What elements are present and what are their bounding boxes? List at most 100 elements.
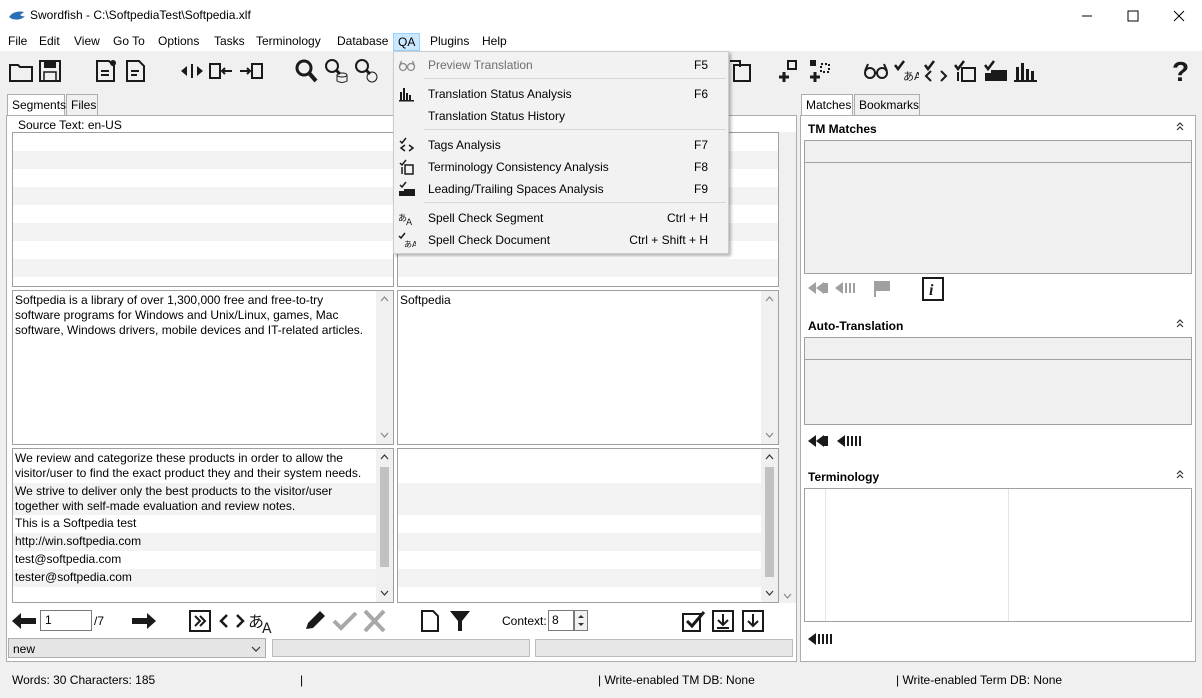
terminology-toolbar	[806, 630, 846, 648]
accept-all-button[interactable]	[680, 609, 706, 633]
tab-bookmarks[interactable]: Bookmarks	[854, 94, 920, 116]
confirm-segment-button[interactable]	[332, 609, 358, 633]
previous-translation-icon[interactable]	[835, 432, 863, 450]
current-target-editor[interactable]: Softpedia	[397, 290, 779, 445]
edit-document-button[interactable]	[122, 57, 150, 85]
tags-analysis-button[interactable]	[922, 57, 950, 85]
new-document-button[interactable]	[92, 57, 120, 85]
filter-button[interactable]	[448, 609, 472, 633]
list-item[interactable]: http://win.softpedia.com	[13, 533, 376, 551]
add-term-list-button[interactable]	[807, 57, 835, 85]
menu-help[interactable]: Help	[478, 33, 511, 51]
list-item[interactable]: We strive to deliver only the best produ…	[13, 483, 376, 515]
list-item[interactable]: test@softpedia.com	[13, 551, 376, 569]
download-button[interactable]	[740, 609, 766, 633]
collapse-icon[interactable]	[1175, 120, 1185, 132]
menu-goto[interactable]: Go To	[109, 33, 149, 51]
scroll-arrows-icon	[783, 593, 792, 599]
context-spinner[interactable]	[574, 610, 588, 631]
menu-plugins[interactable]: Plugins	[426, 33, 473, 51]
following-source-scrollbar[interactable]	[376, 449, 393, 602]
tab-files[interactable]: Files	[66, 94, 98, 116]
spell-check-segment-button[interactable]: あA	[248, 609, 276, 637]
copy-tags-button[interactable]	[218, 609, 246, 633]
search-database-button[interactable]	[322, 57, 350, 85]
close-button[interactable]	[1156, 0, 1202, 31]
previous-segment-button[interactable]	[10, 609, 38, 633]
flag-icon[interactable]	[863, 279, 893, 297]
menu-view[interactable]: View	[70, 33, 104, 51]
maximize-icon	[1127, 10, 1139, 21]
next-untranslated-button[interactable]	[188, 609, 214, 633]
collapse-icon[interactable]	[1175, 468, 1185, 480]
list-item[interactable]: We review and categorize these products …	[13, 449, 376, 483]
save-button[interactable]	[36, 57, 64, 85]
segment-status-select[interactable]: new	[8, 638, 266, 658]
accept-match-icon[interactable]	[806, 279, 830, 297]
split-segment-button[interactable]	[178, 57, 206, 85]
search-button[interactable]	[292, 57, 320, 85]
menu-tasks[interactable]: Tasks	[210, 33, 249, 51]
menu-file[interactable]: File	[4, 33, 31, 51]
menu-edit[interactable]: Edit	[35, 33, 64, 51]
menu-item-preview-translation[interactable]: Preview Translation F5	[394, 54, 728, 76]
menu-item-tags-analysis[interactable]: Tags Analysis F7	[394, 134, 728, 156]
menu-item-spaces-analysis[interactable]: Leading/Trailing Spaces Analysis F9	[394, 178, 728, 200]
following-target-scrollbar[interactable]	[761, 449, 778, 602]
segment-number-input[interactable]: 1	[40, 610, 92, 631]
search-web-button[interactable]	[352, 57, 380, 85]
menu-item-spell-check-segment[interactable]: あA Spell Check Segment Ctrl + H	[394, 207, 728, 229]
source-scrollbar[interactable]	[376, 291, 393, 444]
new-file-button[interactable]	[418, 609, 442, 633]
list-item[interactable]: This is a Softpedia test	[13, 515, 376, 533]
list-item[interactable]: tester@softpedia.com	[13, 569, 376, 587]
translation-status-button[interactable]	[1012, 57, 1040, 85]
collapse-icon[interactable]	[1175, 317, 1185, 329]
column-divider	[825, 489, 826, 621]
add-term-button[interactable]	[777, 57, 805, 85]
maximize-button[interactable]	[1110, 0, 1156, 31]
scroll-arrows-icon	[380, 454, 389, 596]
download-all-button[interactable]	[710, 609, 736, 633]
menu-item-label: Spell Check Document	[428, 233, 551, 247]
menu-item-translation-status-history[interactable]: Translation Status History	[394, 105, 728, 127]
minimize-button[interactable]	[1064, 0, 1110, 31]
glasses-icon	[864, 63, 888, 79]
menu-terminology[interactable]: Terminology	[252, 33, 325, 51]
previous-match-icon[interactable]	[833, 279, 859, 297]
help-button[interactable]: ?	[1166, 57, 1194, 85]
preview-translation-button[interactable]	[862, 57, 890, 85]
window-title: Swordfish - C:\SoftpediaTest\Softpedia.x…	[30, 8, 251, 22]
match-info-button[interactable]: i	[922, 277, 944, 301]
menu-item-translation-status-analysis[interactable]: Translation Status Analysis F6	[394, 83, 728, 105]
accept-translation-icon[interactable]	[806, 432, 832, 450]
join-left-button[interactable]	[207, 57, 235, 85]
segments-scrollbar[interactable]	[779, 132, 796, 603]
menu-database[interactable]: Database	[333, 33, 392, 51]
menu-qa[interactable]: QA	[393, 33, 421, 51]
menu-options[interactable]: Options	[154, 33, 203, 51]
current-source-text[interactable]: Softpedia is a library of over 1,300,000…	[12, 290, 394, 445]
export-button[interactable]	[727, 57, 755, 85]
menu-item-spell-check-document[interactable]: あA Spell Check Document Ctrl + Shift + H	[394, 229, 728, 251]
insert-term-icon[interactable]	[806, 630, 834, 648]
context-input[interactable]: 8	[548, 610, 574, 631]
spell-check-button[interactable]: あA	[892, 57, 920, 85]
tm-db-status: | Write-enabled TM DB: None	[598, 673, 755, 687]
cross-icon	[363, 609, 386, 633]
spaces-analysis-button[interactable]	[982, 57, 1010, 85]
segment-row	[398, 551, 778, 569]
next-segment-button[interactable]	[130, 609, 160, 633]
following-target-segments	[397, 448, 779, 603]
cancel-segment-button[interactable]	[362, 609, 388, 633]
terminology-consistency-button[interactable]	[952, 57, 980, 85]
open-folder-button[interactable]	[7, 57, 35, 85]
join-right-button[interactable]	[237, 57, 265, 85]
segment-source-text: This is a Softpedia test	[15, 516, 137, 530]
edit-segment-button[interactable]	[302, 609, 328, 633]
progress-bar-1	[272, 639, 530, 657]
segment-row	[398, 569, 778, 587]
target-scrollbar[interactable]	[761, 291, 778, 444]
menu-item-terminology-consistency[interactable]: Terminology Consistency Analysis F8	[394, 156, 728, 178]
download-box-icon	[712, 610, 734, 632]
